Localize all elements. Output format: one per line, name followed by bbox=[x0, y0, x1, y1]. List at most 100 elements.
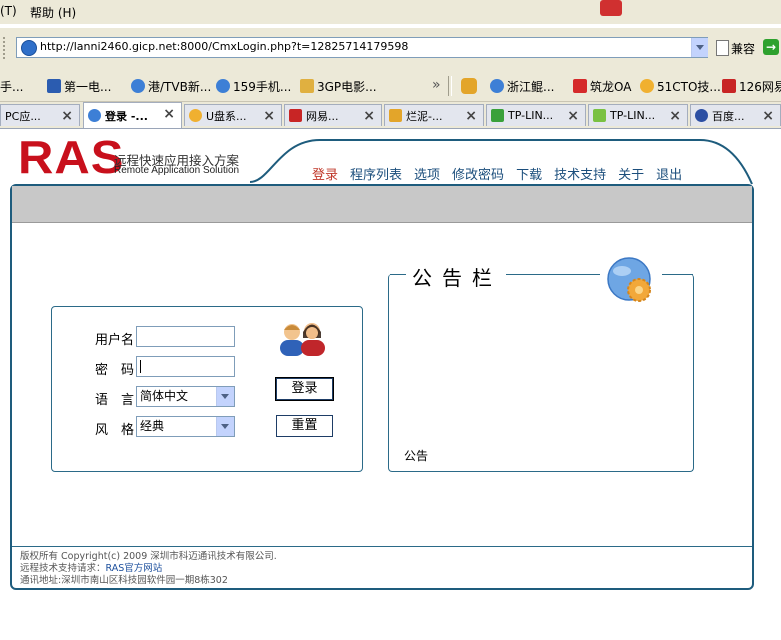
tab[interactable]: PC应... × bbox=[0, 104, 80, 126]
tab-label: TP-LIN... bbox=[610, 109, 656, 122]
tab-label: PC应... bbox=[5, 109, 41, 123]
close-icon[interactable]: × bbox=[669, 108, 681, 124]
notice-border bbox=[662, 274, 693, 275]
close-icon[interactable]: × bbox=[61, 108, 73, 124]
tab-label: 烂泥-... bbox=[406, 109, 443, 123]
favorites-separator bbox=[448, 76, 452, 96]
notice-border bbox=[390, 274, 406, 275]
chevron-down-icon bbox=[216, 387, 234, 406]
menu-tools-tail[interactable]: (T) bbox=[0, 4, 17, 18]
footer-divider bbox=[12, 546, 752, 547]
language-select[interactable]: 简体中文 bbox=[136, 386, 235, 407]
address-dropdown-button[interactable] bbox=[691, 38, 708, 57]
username-label: 用户名 bbox=[95, 333, 135, 348]
bulb-icon bbox=[640, 79, 654, 93]
fav-item[interactable]: 手... bbox=[0, 77, 23, 95]
go-arrow-icon[interactable]: → bbox=[763, 39, 779, 55]
notification-icon[interactable] bbox=[600, 0, 622, 16]
fav-item[interactable]: 51CTO技... bbox=[640, 77, 721, 95]
site-icon bbox=[491, 109, 504, 122]
nav-support[interactable]: 技术支持 bbox=[554, 164, 606, 183]
notice-border bbox=[505, 274, 600, 275]
fav-label: 第一电... bbox=[64, 79, 112, 94]
nav-options[interactable]: 选项 bbox=[414, 164, 440, 183]
tab[interactable]: U盘系... × bbox=[184, 104, 282, 126]
fav-label: 浙江鲲... bbox=[507, 79, 555, 94]
tab-label: U盘系... bbox=[206, 109, 247, 123]
text-cursor bbox=[140, 360, 141, 373]
address-url[interactable]: http://lanni2460.gicp.net:8000/CmxLogin.… bbox=[40, 40, 408, 53]
language-label: 语 言 bbox=[95, 393, 135, 408]
menu-bar: (T) 帮助 (H) bbox=[0, 0, 781, 24]
tab-label: 百度... bbox=[712, 109, 745, 123]
fav-label: 筑龙OA bbox=[590, 79, 632, 94]
more-favorites-chevron-icon[interactable]: » bbox=[432, 77, 441, 93]
site-icon bbox=[593, 109, 606, 122]
tab[interactable]: 烂泥-... × bbox=[384, 104, 484, 126]
ie-page-icon bbox=[21, 40, 37, 56]
tab[interactable]: TP-LIN... × bbox=[588, 104, 688, 126]
close-icon[interactable]: × bbox=[567, 108, 579, 124]
login-button[interactable]: 登录 bbox=[275, 377, 334, 401]
password-input[interactable] bbox=[136, 356, 235, 377]
close-icon[interactable]: × bbox=[263, 108, 275, 124]
style-label: 风 格 bbox=[95, 423, 135, 438]
tab-label: 登录 -... bbox=[105, 109, 148, 123]
fav-item[interactable]: 港/TVB新... bbox=[131, 77, 211, 95]
fav-item[interactable]: 126网易... bbox=[722, 77, 781, 95]
fav-item[interactable]: 第一电... bbox=[47, 77, 111, 95]
password-label: 密 码 bbox=[95, 363, 135, 378]
fav-item[interactable]: 浙江鲲... bbox=[490, 77, 554, 95]
globe-gear-icon bbox=[607, 257, 651, 302]
fav-item[interactable]: 筑龙OA bbox=[573, 77, 631, 95]
tab[interactable]: 百度... × bbox=[690, 104, 781, 126]
close-icon[interactable]: × bbox=[465, 108, 477, 124]
nav-about[interactable]: 关于 bbox=[618, 164, 644, 183]
mail-icon bbox=[722, 79, 736, 93]
style-value: 经典 bbox=[140, 419, 165, 433]
site-icon bbox=[573, 79, 587, 93]
header-strip bbox=[12, 186, 752, 223]
footer-address: 通讯地址:深圳市南山区科技园软件园一期8栋302 bbox=[20, 575, 228, 586]
compat-view-label[interactable]: 兼容 bbox=[731, 40, 755, 57]
star-icon bbox=[389, 109, 402, 122]
style-select[interactable]: 经典 bbox=[136, 416, 235, 437]
nav-logout[interactable]: 退出 bbox=[656, 164, 682, 183]
ras-logo: RAS bbox=[18, 132, 125, 184]
fav-label: 手... bbox=[0, 79, 24, 94]
nav-change-password[interactable]: 修改密码 bbox=[452, 164, 504, 183]
chevron-down-icon bbox=[216, 417, 234, 436]
close-icon[interactable]: × bbox=[163, 106, 175, 122]
fav-label: 126网易... bbox=[739, 79, 781, 94]
nav-login[interactable]: 登录 bbox=[312, 164, 338, 183]
fav-item[interactable]: 3GP电影... bbox=[300, 77, 377, 95]
username-input[interactable] bbox=[136, 326, 235, 347]
close-icon[interactable]: × bbox=[363, 108, 375, 124]
fav-label: 159手机... bbox=[233, 79, 292, 94]
tab[interactable]: TP-LIN... × bbox=[486, 104, 586, 126]
bulb-icon bbox=[189, 109, 202, 122]
menu-help-key: (H) bbox=[57, 6, 77, 20]
tab-label: TP-LIN... bbox=[508, 109, 554, 122]
menu-help[interactable]: 帮助 (H) bbox=[30, 4, 76, 21]
chevron-down-icon bbox=[696, 45, 704, 50]
tab[interactable]: 网易... × bbox=[284, 104, 382, 126]
paw-icon bbox=[695, 109, 708, 122]
menu-help-label: 帮助 bbox=[30, 6, 55, 20]
tab-label: 网易... bbox=[306, 109, 339, 123]
close-icon[interactable]: × bbox=[762, 108, 774, 124]
users-icon bbox=[280, 323, 325, 356]
feeds-icon[interactable] bbox=[461, 78, 477, 94]
fav-label: 51CTO技... bbox=[657, 79, 721, 94]
nav-program-list[interactable]: 程序列表 bbox=[350, 164, 402, 183]
nav-download[interactable]: 下载 bbox=[516, 164, 542, 183]
compat-view-icon[interactable] bbox=[716, 40, 729, 56]
reset-button[interactable]: 重置 bbox=[276, 415, 333, 437]
site-icon bbox=[289, 109, 302, 122]
fav-item[interactable]: 159手机... bbox=[216, 77, 291, 95]
language-value: 简体中文 bbox=[140, 389, 189, 403]
ie-icon bbox=[88, 109, 101, 122]
site-icon bbox=[47, 79, 61, 93]
fav-label: 港/TVB新... bbox=[148, 79, 212, 94]
tab-active[interactable]: 登录 -... × bbox=[83, 102, 182, 128]
